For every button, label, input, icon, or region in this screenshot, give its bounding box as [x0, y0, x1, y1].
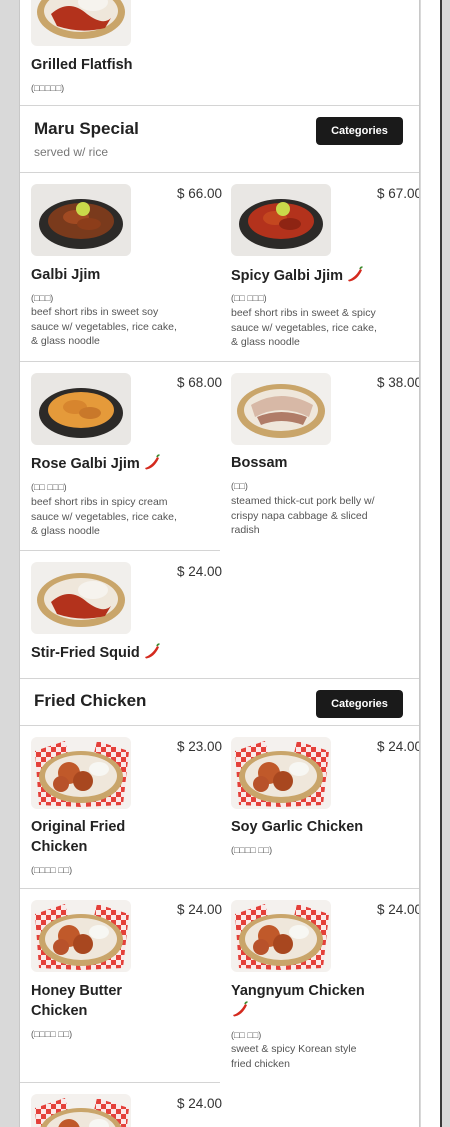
item-name-original-fried-chicken[interactable]: Original Fried Chicken	[31, 817, 156, 857]
food-image-galbi-jjim[interactable]	[31, 184, 131, 256]
food-image-original-fried-chicken[interactable]	[31, 737, 131, 809]
item-price: $ 24.00	[377, 902, 420, 917]
categories-button[interactable]: Categories	[316, 690, 403, 718]
divider	[20, 725, 419, 726]
food-image-next-item[interactable]	[31, 1094, 131, 1127]
divider	[20, 888, 419, 889]
item-name-galbi-jjim[interactable]: Galbi Jjim	[31, 265, 100, 285]
item-name-soy-garlic-chicken[interactable]: Soy Garlic Chicken	[231, 817, 363, 837]
item-korean: (□□)	[231, 481, 248, 491]
chili-pepper-icon	[346, 266, 364, 282]
item-name-bossam[interactable]: Bossam	[231, 453, 287, 473]
item-description: beef short ribs in sweet & spicy sauce w…	[231, 307, 377, 348]
item-name-text: Spicy Galbi Jjim	[231, 268, 344, 284]
item-name-spicy-galbi-jjim[interactable]: Spicy Galbi Jjim	[231, 266, 364, 286]
item-korean-grilled-flatfish: (□□□□□)	[31, 83, 65, 93]
item-price: $ 23.00	[177, 739, 223, 754]
food-image-soy-garlic-chicken[interactable]	[231, 737, 331, 809]
food-image-rose-galbi-jjim[interactable]	[31, 373, 131, 445]
section-subtitle-maru-special: served w/ rice	[34, 145, 109, 159]
item-name-honey-butter-chicken[interactable]: Honey Butter Chicken	[31, 981, 156, 1021]
divider	[20, 1082, 220, 1083]
item-description: beef short ribs in sweet soy sauce w/ ve…	[31, 306, 177, 347]
section-title-fried-chicken: Fried Chicken	[34, 691, 147, 710]
chili-pepper-icon	[143, 643, 161, 659]
scrollbar-edge	[440, 0, 442, 1127]
item-name-text: Stir-Fried Squid	[31, 645, 140, 661]
item-name-stir-fried-squid[interactable]: Stir-Fried Squid	[31, 643, 161, 663]
item-price: $ 24.00	[177, 902, 223, 917]
food-image-grilled-flatfish[interactable]	[31, 0, 131, 46]
item-korean: (□□□)	[31, 293, 54, 303]
item-name-yangnyum-chicken[interactable]: Yangnyum Chicken	[231, 981, 381, 1021]
food-image-spicy-galbi-jjim[interactable]	[231, 184, 331, 256]
side-panel	[421, 0, 440, 1127]
item-description: beef short ribs in spicy cream sauce w/ …	[31, 496, 177, 537]
divider	[20, 550, 220, 551]
item-name-rose-galbi-jjim[interactable]: Rose Galbi Jjim	[31, 454, 161, 474]
chili-pepper-icon	[143, 454, 161, 470]
item-korean: (□□□□ □□)	[31, 865, 73, 875]
chili-pepper-icon	[231, 1001, 249, 1017]
app-screen: Grilled Flatfish (□□□□□) Maru Special se…	[0, 0, 450, 1127]
item-name-grilled-flatfish[interactable]: Grilled Flatfish	[31, 55, 133, 75]
categories-button[interactable]: Categories	[316, 117, 403, 145]
item-name-text: Rose Galbi Jjim	[31, 456, 140, 472]
item-price: $ 24.00	[377, 739, 420, 754]
divider	[20, 678, 419, 679]
item-price: $ 24.00	[177, 564, 223, 579]
food-image-stir-fried-squid[interactable]	[31, 562, 131, 634]
food-image-bossam[interactable]	[231, 373, 331, 445]
item-korean: (□□ □□□)	[231, 293, 267, 303]
item-description: steamed thick-cut pork belly w/ crispy n…	[231, 495, 375, 536]
divider	[20, 105, 419, 106]
item-korean: (□□□□ □□)	[231, 845, 273, 855]
item-korean: (□□□□ □□)	[31, 1029, 73, 1039]
food-image-yangnyum-chicken[interactable]	[231, 900, 331, 972]
section-title-maru-special: Maru Special	[34, 119, 139, 138]
item-price: $ 24.00	[177, 1096, 223, 1111]
item-price: $ 38.00	[377, 375, 420, 390]
item-name-text: Yangnyum Chicken	[231, 983, 365, 999]
food-image-honey-butter-chicken[interactable]	[31, 900, 131, 972]
item-description: sweet & spicy Korean style fried chicken	[231, 1043, 357, 1070]
menu-panel: Grilled Flatfish (□□□□□) Maru Special se…	[19, 0, 420, 1127]
item-korean: (□□ □□□)	[31, 482, 67, 492]
divider	[20, 172, 419, 173]
item-korean: (□□ □□)	[231, 1030, 262, 1040]
item-price: $ 66.00	[177, 186, 223, 201]
item-price: $ 68.00	[177, 375, 223, 390]
item-price: $ 67.00	[377, 186, 420, 201]
divider	[20, 361, 419, 362]
